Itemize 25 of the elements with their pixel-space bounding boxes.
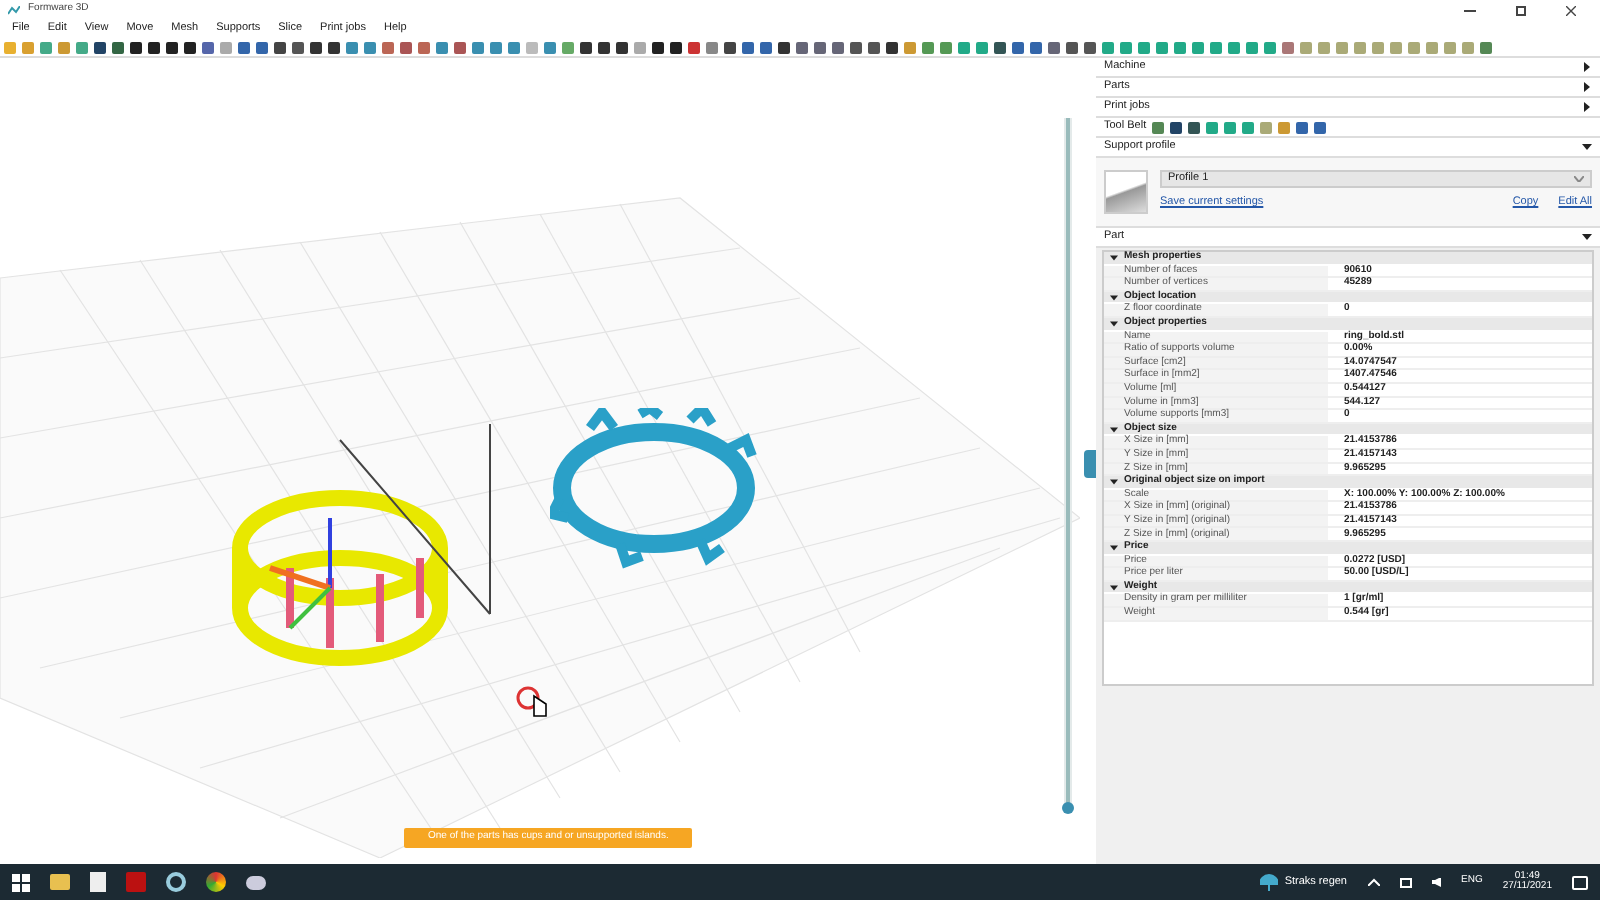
collapse-arrow-icon[interactable] xyxy=(1582,232,1592,242)
collapse-arrow-icon[interactable] xyxy=(1110,253,1118,262)
collapse-arrow-icon[interactable] xyxy=(1110,319,1118,328)
collapse-arrow-icon[interactable] xyxy=(1110,425,1118,434)
app-logo-icon xyxy=(8,5,20,15)
windows-start-icon[interactable] xyxy=(12,873,30,891)
maximize-icon[interactable] xyxy=(1516,5,1526,15)
chevron-down-icon xyxy=(1574,176,1584,182)
collapse-arrow-icon[interactable] xyxy=(1582,142,1592,152)
circle-app-icon[interactable] xyxy=(166,872,186,892)
close-icon[interactable] xyxy=(1566,5,1576,15)
collapse-arrow-icon[interactable] xyxy=(1110,477,1118,486)
expand-arrow-icon[interactable] xyxy=(1582,82,1592,92)
umbrella-icon xyxy=(1260,873,1279,891)
profile-thumbnail xyxy=(1104,170,1148,214)
collapse-arrow-icon[interactable] xyxy=(1110,543,1118,552)
browser-icon[interactable] xyxy=(206,872,226,892)
minimize-icon[interactable] xyxy=(1464,9,1476,11)
volume-icon[interactable] xyxy=(1431,877,1441,887)
chevron-up-icon[interactable] xyxy=(1367,878,1379,886)
collapse-arrow-icon[interactable] xyxy=(1110,583,1118,592)
expand-arrow-icon[interactable] xyxy=(1582,102,1592,112)
collapse-arrow-icon[interactable] xyxy=(1110,293,1118,302)
expand-arrow-icon[interactable] xyxy=(1582,62,1592,72)
slider-handle[interactable] xyxy=(1062,802,1074,814)
